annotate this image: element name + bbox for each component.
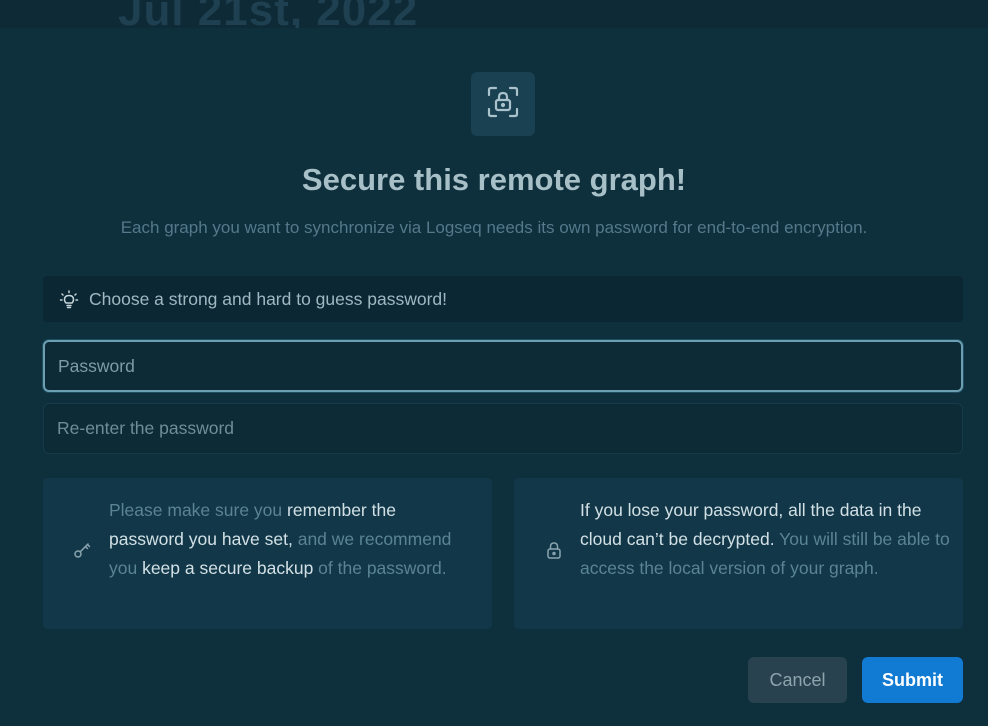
- remember-password-text: Please make sure you remember the passwo…: [109, 500, 452, 578]
- submit-button[interactable]: Submit: [862, 657, 963, 703]
- lightbulb-icon: [59, 289, 79, 309]
- dialog-title: Secure this remote graph!: [301, 162, 687, 197]
- dialog-subtitle: Each graph you want to synchronize via L…: [120, 218, 868, 237]
- cancel-button[interactable]: Cancel: [748, 657, 847, 703]
- lose-password-text: If you lose your password, all the data …: [580, 500, 950, 578]
- secure-graph-dialog: Secure this remote graph! Each graph you…: [0, 28, 988, 726]
- password-input[interactable]: [43, 340, 963, 392]
- lock-icon: [485, 84, 521, 125]
- password-hint-banner: Choose a strong and hard to guess passwo…: [43, 276, 963, 322]
- lock-icon: [544, 540, 564, 560]
- lose-password-card: If you lose your password, all the data …: [514, 478, 963, 629]
- reenter-password-input[interactable]: [43, 403, 963, 454]
- key-icon: [73, 540, 93, 560]
- hint-text: Choose a strong and hard to guess passwo…: [89, 288, 447, 309]
- lock-badge: [471, 72, 535, 136]
- remember-password-card: Please make sure you remember the passwo…: [43, 478, 492, 629]
